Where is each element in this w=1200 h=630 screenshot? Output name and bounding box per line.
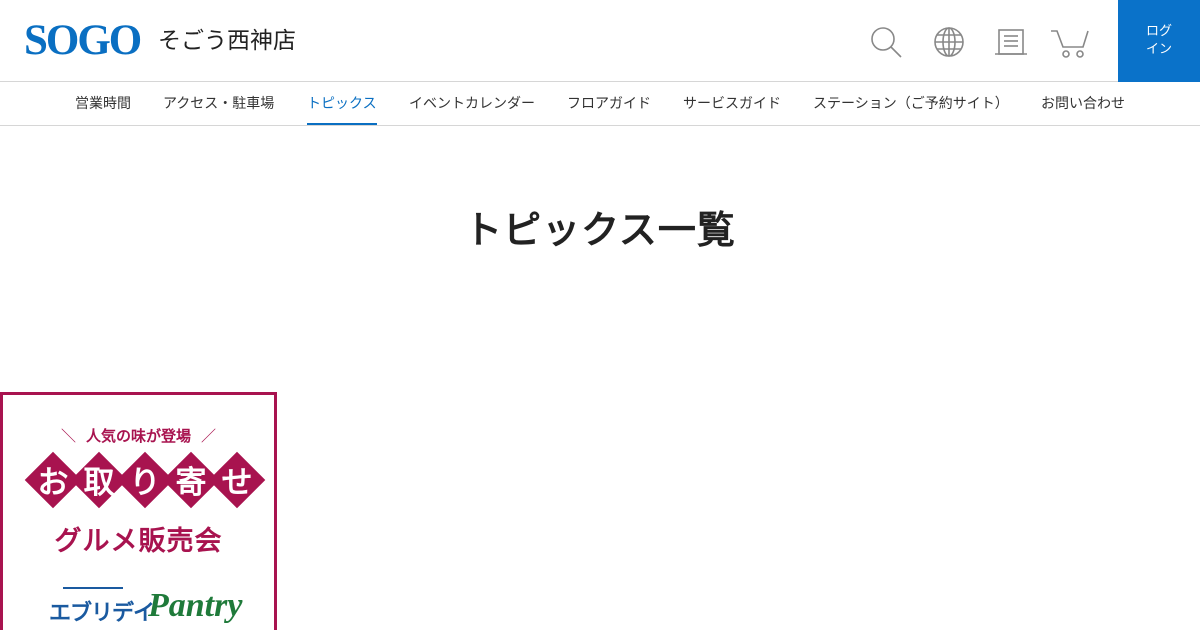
banner-subtitle: グルメ販売会 bbox=[54, 526, 223, 557]
banner-tagline-text: 人気の味が登場 bbox=[85, 427, 191, 445]
banner-tagline: ＼ 人気の味が登場 ／ bbox=[3, 425, 274, 446]
banner-headline: お 取 り 寄 せ bbox=[24, 451, 266, 521]
nav-item-event-calendar[interactable]: イベントカレンダー bbox=[409, 83, 535, 125]
nav-item-access[interactable]: アクセス・駐車場 bbox=[163, 83, 274, 125]
search-icon[interactable] bbox=[866, 22, 906, 62]
page-title: トピックス一覧 bbox=[464, 208, 736, 252]
nav-item-service-guide[interactable]: サービスガイド bbox=[683, 83, 781, 125]
nav-item-hours[interactable]: 営業時間 bbox=[75, 83, 131, 125]
login-label-line1: ログ bbox=[1145, 24, 1172, 39]
promo-banner[interactable]: ＼ 人気の味が登場 ／ お 取 り 寄 せ グルメ販売会 エブリデイ Pantry bbox=[0, 392, 277, 630]
cart-icon[interactable] bbox=[1050, 22, 1090, 62]
store-name[interactable]: そごう西神店 bbox=[158, 26, 296, 56]
slash-decoration: ／ bbox=[201, 427, 217, 445]
slash-decoration: ＼ bbox=[60, 427, 76, 445]
nav-item-station[interactable]: ステーション（ご予約サイト） bbox=[813, 83, 1009, 125]
brand-everyday-roof bbox=[63, 587, 123, 595]
nav-item-floor-guide[interactable]: フロアガイド bbox=[567, 83, 651, 125]
nav-item-topics[interactable]: トピックス bbox=[307, 83, 377, 125]
main-nav: 営業時間 アクセス・駐車場 トピックス イベントカレンダー フロアガイド サービ… bbox=[0, 83, 1200, 126]
globe-icon[interactable] bbox=[929, 22, 969, 62]
login-label-line2: イン bbox=[1145, 42, 1172, 57]
site-header: SOGO そごう西神店 ログ イン bbox=[0, 0, 1200, 82]
login-button[interactable]: ログ イン bbox=[1118, 0, 1200, 82]
sogo-logo[interactable]: SOGO bbox=[24, 18, 142, 64]
brand-pantry-logo: Pantry bbox=[148, 587, 243, 624]
nav-item-contact[interactable]: お問い合わせ bbox=[1041, 83, 1125, 125]
headline-char: せ bbox=[221, 465, 253, 501]
document-icon[interactable] bbox=[991, 22, 1031, 62]
brand-everyday-logo: エブリデイ bbox=[49, 601, 155, 626]
